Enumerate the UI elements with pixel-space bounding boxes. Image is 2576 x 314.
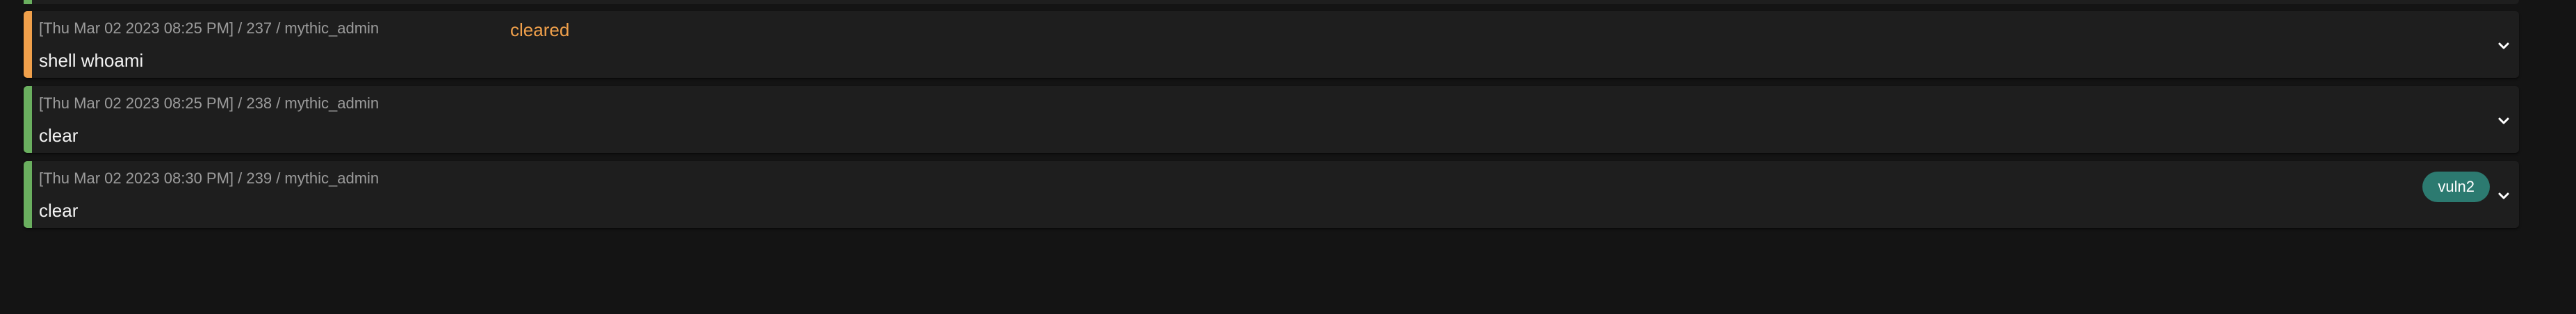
chevron-down-icon xyxy=(2498,117,2509,124)
task-meta: [Thu Mar 02 2023 08:25 PM] / 237 / mythi… xyxy=(39,19,380,37)
task-meta: [Thu Mar 02 2023 08:25 PM] / 238 / mythi… xyxy=(39,94,380,112)
previous-task-edge xyxy=(24,0,2519,4)
task-status-bar xyxy=(24,11,32,78)
expand-task-button[interactable] xyxy=(2490,32,2518,60)
task-command: clear xyxy=(39,125,79,146)
task-history-page: [Thu Mar 02 2023 08:25 PM] / 237 / mythi… xyxy=(0,0,2576,314)
task-list: [Thu Mar 02 2023 08:25 PM] / 237 / mythi… xyxy=(24,11,2519,236)
task-row[interactable]: [Thu Mar 02 2023 08:25 PM] / 237 / mythi… xyxy=(24,11,2519,78)
task-status-bar xyxy=(24,161,32,228)
expand-task-button[interactable] xyxy=(2490,182,2518,210)
task-comment: cleared xyxy=(510,19,570,40)
task-command: shell whoami xyxy=(39,50,144,71)
chevron-down-icon xyxy=(2498,192,2509,199)
expand-task-button[interactable] xyxy=(2490,107,2518,135)
task-status-bar xyxy=(24,86,32,153)
chevron-down-icon xyxy=(2498,42,2509,49)
previous-task-status-bar xyxy=(24,0,32,4)
task-command: clear xyxy=(39,200,79,221)
task-meta: [Thu Mar 02 2023 08:30 PM] / 239 / mythi… xyxy=(39,170,380,187)
task-row[interactable]: [Thu Mar 02 2023 08:30 PM] / 239 / mythi… xyxy=(24,161,2519,228)
task-tag-badge[interactable]: vuln2 xyxy=(2422,172,2490,202)
task-row[interactable]: [Thu Mar 02 2023 08:25 PM] / 238 / mythi… xyxy=(24,86,2519,153)
